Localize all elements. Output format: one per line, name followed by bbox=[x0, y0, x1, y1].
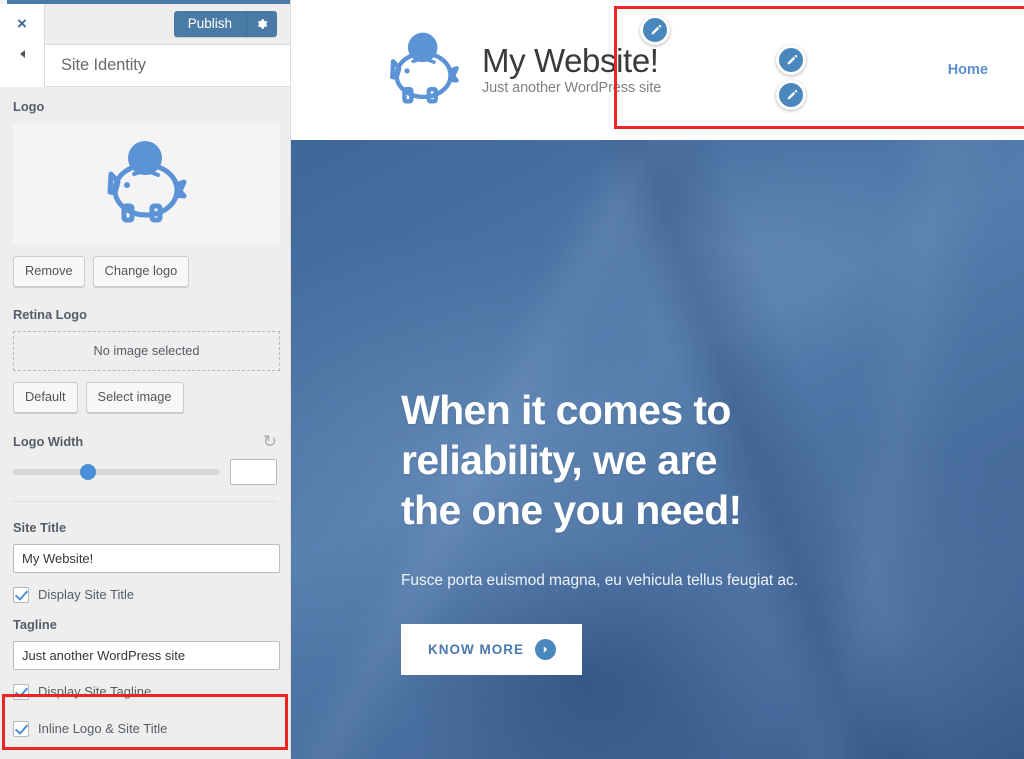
display-site-title-label: Display Site Title bbox=[38, 587, 135, 603]
customizer-header: × Publish bbox=[0, 3, 290, 45]
know-more-button[interactable]: KNOW MORE bbox=[401, 624, 582, 676]
reset-icon[interactable]: ↻ bbox=[263, 433, 277, 450]
tagline-input[interactable] bbox=[13, 640, 280, 670]
site-identity-panel: Logo Remove Change logo Retina Logo No i… bbox=[0, 87, 290, 759]
display-site-tagline-row[interactable]: Display Site Tagline bbox=[13, 683, 277, 700]
know-more-label: KNOW MORE bbox=[428, 642, 524, 658]
logo-width-control bbox=[13, 458, 277, 485]
preview-site-tagline: Just another WordPress site bbox=[482, 79, 662, 96]
logo-width-input[interactable] bbox=[230, 458, 277, 485]
site-title-input[interactable] bbox=[13, 543, 280, 573]
hero-title: When it comes to reliability, we are the… bbox=[401, 387, 742, 534]
pencil-edit-icon-tagline[interactable] bbox=[776, 80, 806, 110]
pencil-edit-icon-header[interactable] bbox=[640, 15, 670, 45]
brand-text: My Website! Just another WordPress site bbox=[482, 44, 661, 96]
customizer-sidebar: × Publish Site Identity Logo Remove Chan… bbox=[0, 0, 291, 759]
display-site-tagline-checkbox[interactable] bbox=[13, 683, 29, 700]
back-button[interactable] bbox=[0, 44, 45, 87]
retina-default-button[interactable]: Default bbox=[13, 381, 78, 413]
retina-logo-section-label: Retina Logo bbox=[13, 306, 87, 322]
logo-width-label-row: Logo Width ↻ bbox=[13, 433, 277, 450]
gear-icon[interactable] bbox=[247, 11, 277, 37]
pencil-edit-icon-site-title[interactable] bbox=[776, 45, 806, 75]
remove-logo-button[interactable]: Remove bbox=[13, 256, 85, 287]
tagline-label: Tagline bbox=[13, 616, 57, 632]
hero-subtitle: Fusce porta euismod magna, eu vehicula t… bbox=[401, 572, 798, 590]
logo-width-slider[interactable] bbox=[13, 463, 220, 480]
display-site-title-checkbox[interactable] bbox=[13, 586, 29, 603]
primary-nav: Home bbox=[948, 61, 988, 79]
display-site-tagline-label: Display Site Tagline bbox=[38, 684, 152, 700]
chevron-right-circle-icon bbox=[535, 639, 556, 661]
logo-section-label: Logo bbox=[13, 99, 45, 114]
preview-site-title: My Website! bbox=[482, 42, 659, 80]
piggy-bank-icon bbox=[390, 32, 459, 104]
retina-select-image-button[interactable]: Select image bbox=[85, 381, 184, 413]
change-logo-button[interactable]: Change logo bbox=[92, 256, 190, 287]
hero-content: When it comes to reliability, we are the… bbox=[401, 385, 961, 676]
inline-logo-site-title-checkbox[interactable] bbox=[13, 720, 29, 737]
customizer-screen: × Publish Site Identity Logo Remove Chan… bbox=[0, 0, 1024, 759]
site-preview: My Website! Just another WordPress site … bbox=[291, 0, 1024, 759]
display-site-title-row[interactable]: Display Site Title bbox=[13, 586, 277, 603]
logo-width-label: Logo Width bbox=[13, 433, 84, 449]
retina-logo-actions: Default Select image bbox=[13, 381, 277, 413]
nav-item-home[interactable]: Home bbox=[948, 62, 988, 78]
publish-button[interactable]: Publish bbox=[173, 11, 247, 37]
logo-width-slider-handle[interactable] bbox=[79, 463, 96, 480]
logo-actions: Remove Change logo bbox=[13, 256, 277, 287]
site-title-label: Site Title bbox=[13, 519, 67, 535]
piggy-bank-icon bbox=[107, 141, 187, 223]
inline-logo-site-title-row[interactable]: Inline Logo & Site Title bbox=[13, 720, 277, 737]
site-branding: My Website! Just another WordPress site bbox=[376, 30, 661, 110]
inline-logo-site-title-label: Inline Logo & Site Title bbox=[38, 721, 168, 737]
close-customizer-button[interactable]: × bbox=[0, 3, 45, 45]
close-icon: × bbox=[17, 14, 27, 33]
hero-section: When it comes to reliability, we are the… bbox=[291, 140, 1024, 759]
retina-logo-empty-text: No image selected bbox=[93, 343, 200, 359]
page-title: Site Identity bbox=[61, 56, 146, 74]
publish-button-group: Publish bbox=[173, 11, 277, 37]
logo-preview bbox=[13, 123, 280, 245]
chevron-left-icon bbox=[19, 49, 25, 58]
panel-title-row: Site Identity bbox=[0, 44, 290, 87]
retina-logo-placeholder[interactable]: No image selected bbox=[13, 330, 280, 371]
